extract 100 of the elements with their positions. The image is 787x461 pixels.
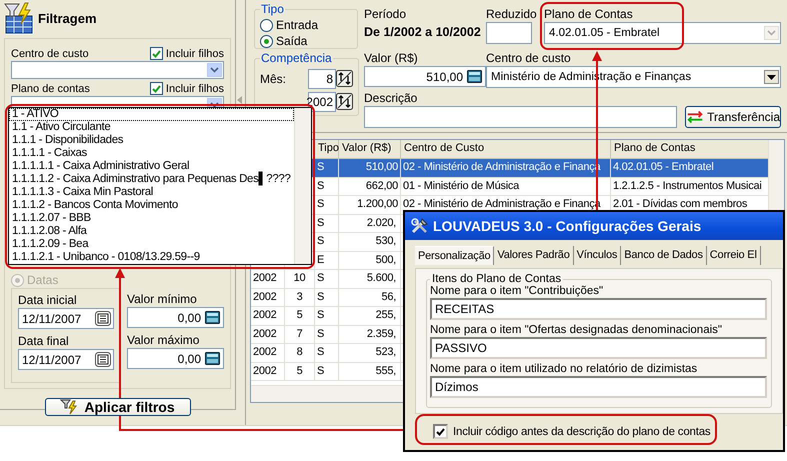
table-cell: 8 — [285, 344, 315, 362]
list-item[interactable]: 1.1.1.2 - Bancos Conta Movimento — [9, 199, 294, 212]
text-field[interactable]: RECEITAS — [430, 298, 767, 320]
field-label: Período — [364, 7, 408, 21]
month-field[interactable]: 8 — [308, 68, 336, 88]
date-field[interactable]: 12/11/2007 — [18, 308, 114, 329]
amount-field[interactable]: 510,00 — [364, 66, 486, 87]
table-cell: 7 — [285, 326, 315, 344]
table-cell: S — [315, 233, 339, 252]
field-label: Data inicial — [18, 293, 78, 307]
field-label: Nome para o item "Contribuições" — [430, 285, 604, 297]
list-item[interactable]: 1.1.1.2.1 - Unibanco - 0108/13.29.59--9 — [9, 251, 294, 264]
table-cell: 662,00 — [339, 178, 401, 196]
table-cell: 2002 — [251, 307, 285, 326]
table-cell: 2.359, — [339, 326, 401, 344]
table-cell: S — [315, 159, 339, 178]
tab[interactable]: Correio El — [706, 246, 761, 265]
tab[interactable]: Vínculos — [574, 246, 622, 265]
checkbox-label[interactable]: Incluir filhos — [166, 48, 224, 60]
checkbox[interactable] — [150, 82, 163, 95]
list-item[interactable]: 1.1.1.1 - Caixas — [9, 147, 294, 160]
radio-button[interactable] — [260, 34, 273, 48]
chevron-down-icon — [767, 30, 776, 36]
amount-field[interactable]: 0,00 — [127, 307, 224, 328]
list-item[interactable]: 1.1.1.2.07 - BBB — [9, 212, 294, 225]
chevron-down-icon — [210, 102, 219, 108]
field-label: Centro de custo — [11, 48, 89, 60]
transfer-arrows-icon — [686, 110, 704, 124]
checkbox[interactable] — [150, 47, 163, 60]
table-cell: S — [315, 307, 339, 326]
list-item[interactable]: 1.1 - Ativo Circulante — [9, 121, 294, 134]
radio-label[interactable]: Entrada — [276, 18, 318, 32]
table-cell: 500, — [339, 252, 401, 270]
vertical-scrollbar[interactable] — [294, 108, 311, 264]
table-cell: 10 — [285, 270, 315, 288]
amount-field[interactable]: 0,00 — [127, 348, 224, 369]
spinner-arrows-icon[interactable] — [336, 70, 353, 87]
spinner-arrows-icon[interactable] — [336, 93, 353, 110]
table-cell: 255, — [339, 307, 401, 326]
text-field[interactable]: Dízimos — [430, 376, 767, 398]
chevron-down-icon — [210, 67, 219, 73]
panel-title: Filtragem — [38, 10, 97, 26]
table-cell: 530, — [339, 233, 401, 252]
tab[interactable]: Valores Padrão — [494, 246, 574, 265]
table-cell: 5 — [285, 362, 315, 381]
radio-button[interactable] — [260, 18, 273, 32]
table-cell: 2002 — [251, 270, 285, 288]
calendar-icon[interactable] — [95, 352, 111, 367]
apply-filters-button[interactable]: Aplicar filtros — [44, 398, 190, 416]
group-title: Tipo — [260, 2, 285, 16]
field-label: Valor mínimo — [127, 292, 198, 306]
field-label: Nome para o item "Ofertas designadas denominacionais" — [430, 324, 723, 336]
tools-icon — [411, 218, 429, 234]
table-cell: S — [315, 196, 339, 214]
checkbox-label[interactable]: Incluir filhos — [166, 82, 224, 94]
field-label: Mês: — [260, 72, 288, 86]
calculator-icon[interactable] — [205, 311, 220, 324]
checkmark-icon — [152, 84, 161, 92]
reduced-code-field[interactable] — [486, 22, 532, 44]
transfer-button[interactable]: Transferência — [685, 106, 781, 128]
field-label: Descrição — [364, 91, 418, 105]
list-item[interactable]: 1 - ATIVO — [9, 108, 294, 121]
calendar-icon[interactable] — [95, 311, 111, 326]
radio-label[interactable]: Saída — [276, 34, 308, 48]
dialog-title: LOUVADEUS 3.0 - Configurações Gerais — [433, 218, 702, 234]
list-item[interactable]: 1.1.1.2.09 - Bea — [9, 238, 294, 251]
field-label: Valor máximo — [127, 333, 200, 347]
list-item[interactable]: 1.1.1 - Disponibilidades — [9, 134, 294, 147]
description-field[interactable] — [364, 106, 677, 128]
group-title: Itens do Plano de Contas — [431, 273, 562, 285]
checkmark-icon — [436, 428, 445, 436]
table-cell: 5 — [285, 307, 315, 326]
field-label: Plano de Contas — [544, 7, 634, 21]
tab[interactable]: Personalização — [415, 246, 494, 265]
table-cell: 2002 — [251, 288, 285, 307]
table-cell: 555, — [339, 362, 401, 381]
filter-icon — [60, 399, 78, 415]
calculator-icon[interactable] — [467, 70, 482, 83]
field-label: Plano de contas — [11, 82, 90, 94]
field-label: Data final — [18, 334, 70, 348]
list-item[interactable]: 1.1.1.2.08 - Alfa — [9, 225, 294, 238]
dropdown-button[interactable] — [764, 70, 779, 84]
list-item[interactable]: 1.1.1.1.3 - Caixa Min Pastoral — [9, 186, 294, 199]
table-cell: 2002 — [251, 344, 285, 362]
field-label: Centro de custo — [486, 51, 572, 65]
table-cell: S — [315, 344, 339, 362]
triangle-down-icon — [767, 74, 776, 80]
table-cell: 5.600, — [339, 270, 401, 288]
table-cell: 2002 — [251, 362, 285, 381]
table-cell: 2002 — [251, 326, 285, 344]
date-field[interactable]: 12/11/2007 — [18, 349, 114, 370]
calculator-icon[interactable] — [205, 352, 220, 365]
tab[interactable]: Banco de Dados — [621, 246, 707, 265]
table-cell: 510,00 — [339, 159, 401, 178]
text-field[interactable]: PASSIVO — [430, 337, 767, 359]
field-label: Valor (R$) — [364, 51, 419, 65]
table-cell: S — [315, 288, 339, 307]
table-cell: S — [315, 270, 339, 288]
checkbox-label[interactable]: Incluir código antes da descrição do plano de contas — [453, 426, 710, 438]
table-cell: 3 — [285, 288, 315, 307]
